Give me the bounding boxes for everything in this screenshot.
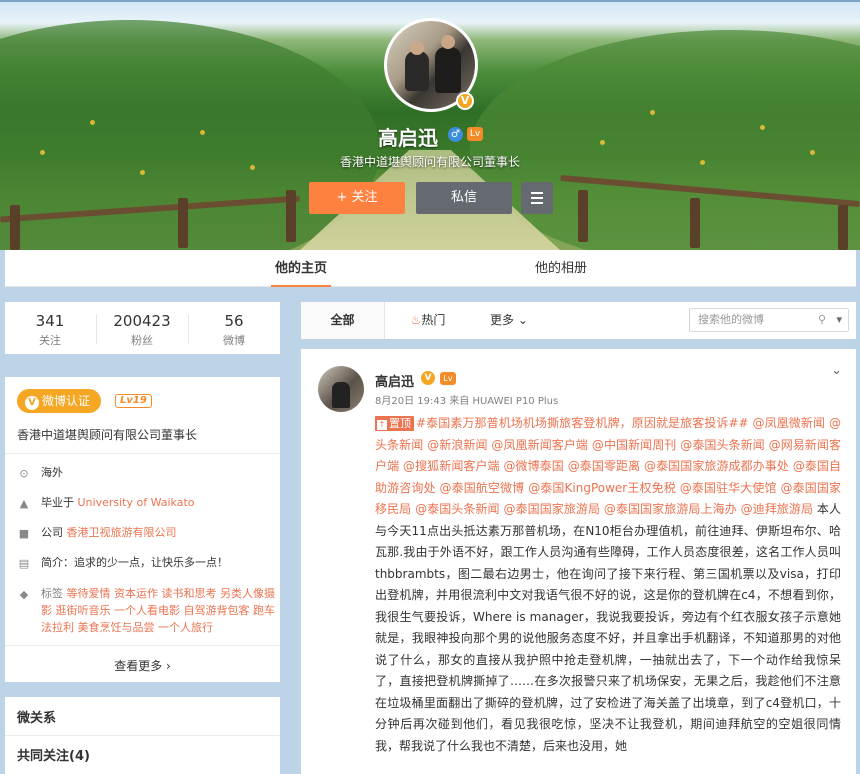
stats-card: 341 关注 200423 粉丝 56 微博 xyxy=(5,302,280,354)
message-button[interactable]: 私信 xyxy=(416,182,512,214)
stat-label: 粉丝 xyxy=(131,334,153,347)
fire-icon: ♨ xyxy=(410,313,422,327)
filter-hot[interactable]: ♨热门 xyxy=(405,302,451,339)
stat-value: 200423 xyxy=(113,312,171,330)
tab-album[interactable]: 他的相册 xyxy=(531,250,591,287)
post-avatar[interactable] xyxy=(318,366,364,412)
weibo-verify-button[interactable]: V 微博认证 xyxy=(17,389,101,413)
post-body-text: 本人与今天11点出头抵达素万那普机场，在N10柜台办理值机，前往迪拜、伊斯坦布尔… xyxy=(375,502,841,753)
pinned-badge: ↑ 置顶 xyxy=(375,416,414,431)
profile-name: 高启迅 xyxy=(378,126,438,150)
tab-home[interactable]: 他的主页 xyxy=(271,250,331,287)
post-author-name[interactable]: 高启迅 xyxy=(375,371,414,390)
menu-icon xyxy=(521,182,553,204)
relation-title: 微关系 xyxy=(17,711,57,726)
pin-icon: ↑ xyxy=(377,420,387,430)
post-tags-mentions[interactable]: #泰国素万那普机场机场撕旅客登机牌，原因就是旅客投诉## @凤凰微新闻 @头条新… xyxy=(375,416,841,516)
bio-icon: ▤ xyxy=(18,557,30,570)
graduation-cap-icon: ▲ xyxy=(19,497,29,510)
stat-label: 关注 xyxy=(39,334,61,347)
search-icon[interactable]: ⚲ xyxy=(818,309,826,331)
caret-down-icon[interactable]: ▾ xyxy=(836,309,842,331)
feed-filter-bar: 全部 ♨热门 更多 ⌄ 搜索他的微博 ⚲ ▾ xyxy=(301,302,856,339)
post-text: ↑ 置顶 #泰国素万那普机场机场撕旅客登机牌，原因就是旅客投诉## @凤凰微新闻 @… xyxy=(375,413,841,757)
stat-followers[interactable]: 200423 粉丝 xyxy=(97,312,187,348)
follow-button[interactable]: + 关注 xyxy=(309,182,405,214)
verified-badge-icon: V xyxy=(456,92,474,110)
verified-icon: V xyxy=(421,371,435,385)
see-more-link[interactable]: 查看更多 › xyxy=(5,657,280,674)
stat-value: 341 xyxy=(35,312,65,330)
verify-text: 香港中道堪舆顾问有限公司董事长 xyxy=(17,428,198,442)
company-link[interactable]: 香港卫视旅游有限公司 xyxy=(67,526,177,539)
profile-info-card: V 微博认证 Lv19 香港中道堪舆顾问有限公司董事长 ⊙ 海外 ▲ 毕业于 Un… xyxy=(5,377,280,682)
chevron-down-icon[interactable]: ⌄ xyxy=(831,363,842,378)
relation-card: 微关系 共同关注(4) xyxy=(5,697,280,774)
search-input[interactable]: 搜索他的微博 ⚲ ▾ xyxy=(689,308,849,332)
stat-posts[interactable]: 56 微博 xyxy=(189,312,279,348)
stat-following[interactable]: 341 关注 xyxy=(5,312,95,348)
common-follow-title[interactable]: 共同关注(4) xyxy=(17,745,90,764)
tag-icon: ◆ xyxy=(19,588,29,601)
briefcase-icon: ■ xyxy=(18,527,30,540)
location-icon: ⊙ xyxy=(19,467,29,480)
post-meta[interactable]: 8月20日 19:43 来自 HUAWEI P10 Plus xyxy=(375,392,558,407)
stat-value: 56 xyxy=(224,312,244,330)
filter-all[interactable]: 全部 xyxy=(301,302,385,339)
filter-more[interactable]: 更多 ⌄ xyxy=(487,302,531,339)
chevron-down-icon: ⌄ xyxy=(517,313,528,327)
verified-icon: V xyxy=(25,396,39,410)
level-icon: Lv xyxy=(440,372,456,385)
male-icon: ♂ xyxy=(448,127,463,142)
school-link[interactable]: University of Waikato xyxy=(78,496,195,509)
feed-post: 高启迅 V Lv 8月20日 19:43 来自 HUAWEI P10 Plus … xyxy=(301,349,856,774)
level-icon[interactable]: Lv xyxy=(467,127,483,141)
profile-description: 香港中道堪舆顾问有限公司董事长 xyxy=(339,155,520,169)
more-menu-button[interactable] xyxy=(521,182,553,214)
verify-label: 微博认证 xyxy=(42,394,91,408)
stat-label: 微博 xyxy=(223,334,245,347)
level-badge[interactable]: Lv19 xyxy=(115,394,152,408)
profile-tabbar: 他的主页 他的相册 xyxy=(5,250,856,287)
tags-links[interactable]: 等待爱情 资本运作 读书和思考 另类人像摄影 逛街听音乐 一个人看电影 自驾游背… xyxy=(41,587,275,634)
